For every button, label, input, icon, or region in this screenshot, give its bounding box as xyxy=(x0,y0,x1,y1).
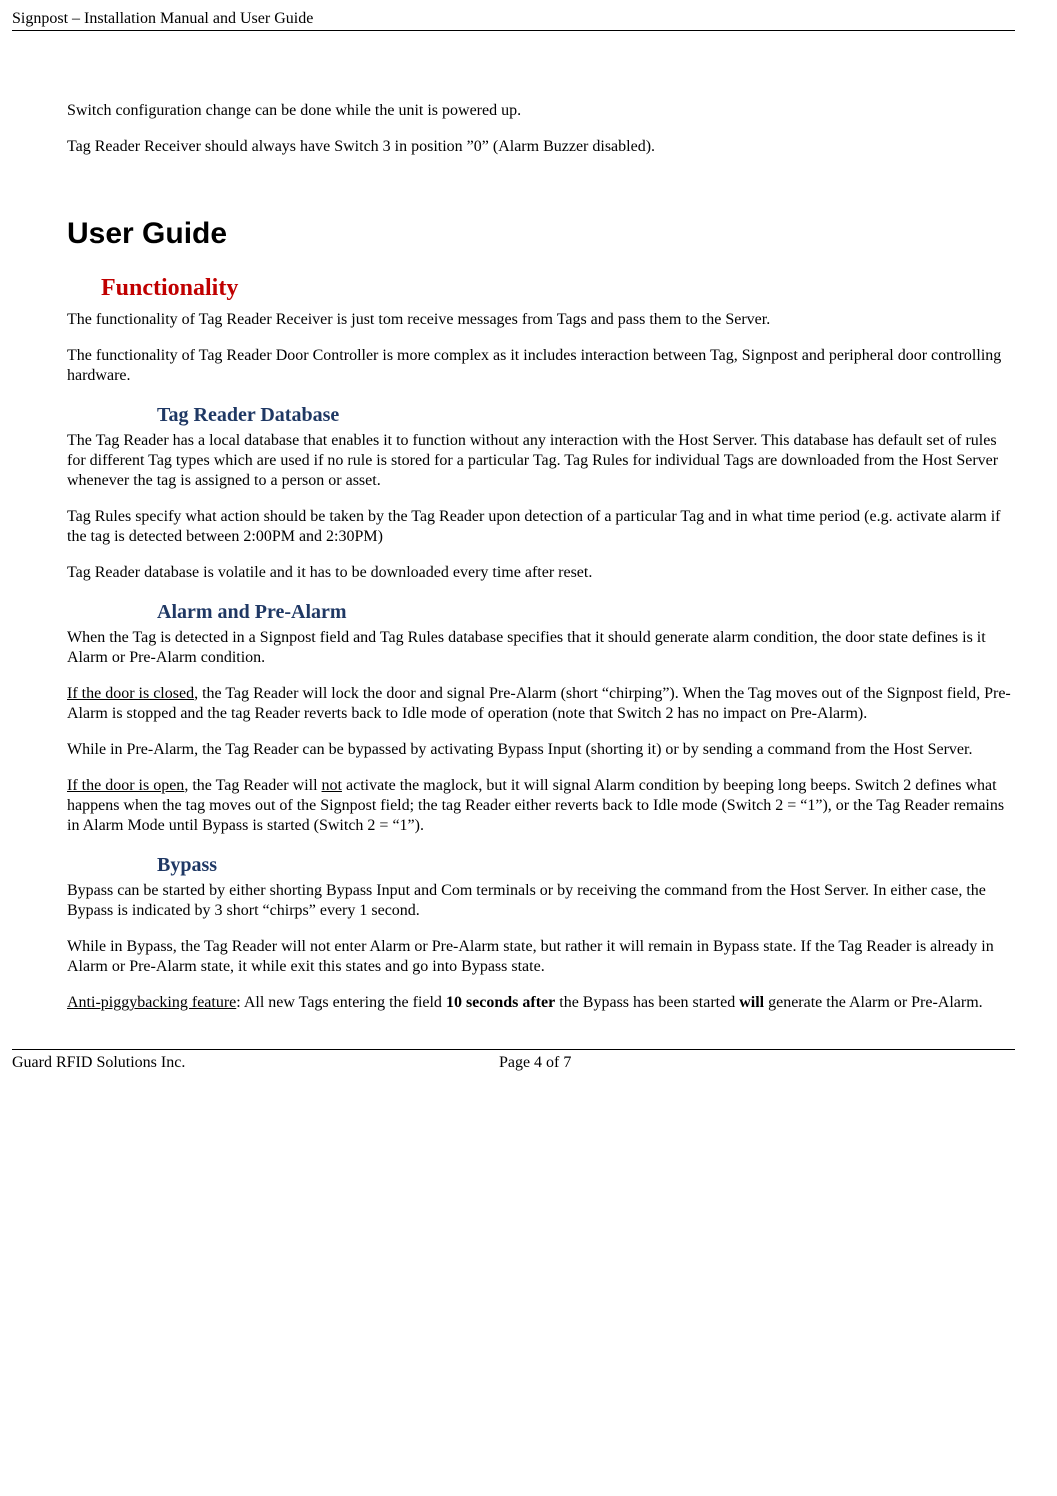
bypass-para-3-will: will xyxy=(739,994,764,1011)
footer-page-number: Page 4 of 7 xyxy=(55,1054,1015,1072)
alarm-para-1: When the Tag is detected in a Signpost f… xyxy=(67,628,1015,668)
content-area: Switch configuration change can be done … xyxy=(67,101,1015,1013)
functionality-para-2: The functionality of Tag Reader Door Con… xyxy=(67,346,1015,386)
heading-functionality: Functionality xyxy=(101,275,1015,302)
heading-tag-reader-database: Tag Reader Database xyxy=(157,404,1015,427)
alarm-para-2: If the door is closed, the Tag Reader wi… xyxy=(67,684,1015,724)
bypass-para-1: Bypass can be started by either shorting… xyxy=(67,881,1015,921)
door-closed-label: If the door is closed xyxy=(67,685,194,702)
functionality-para-1: The functionality of Tag Reader Receiver… xyxy=(67,310,1015,330)
alarm-para-4-not: not xyxy=(322,777,342,794)
intro-para-2: Tag Reader Receiver should always have S… xyxy=(67,137,1015,157)
alarm-para-3: While in Pre-Alarm, the Tag Reader can b… xyxy=(67,740,1015,760)
alarm-para-4-mid1: , the Tag Reader will xyxy=(184,777,321,794)
bypass-para-3-bold: 10 seconds after xyxy=(446,994,555,1011)
bypass-para-3: Anti-piggybacking feature: All new Tags … xyxy=(67,993,1015,1013)
alarm-para-2-rest: , the Tag Reader will lock the door and … xyxy=(67,685,1011,722)
heading-user-guide: User Guide xyxy=(67,217,1015,251)
page-header: Signpost – Installation Manual and User … xyxy=(12,10,1015,31)
alarm-para-4: If the door is open, the Tag Reader will… xyxy=(67,776,1015,836)
intro-para-1: Switch configuration change can be done … xyxy=(67,101,1015,121)
header-title: Signpost – Installation Manual and User … xyxy=(12,10,313,27)
heading-alarm-pre-alarm: Alarm and Pre-Alarm xyxy=(157,601,1015,624)
bypass-para-3-rest: generate the Alarm or Pre-Alarm. xyxy=(764,994,983,1011)
database-para-2: Tag Rules specify what action should be … xyxy=(67,507,1015,547)
database-para-1: The Tag Reader has a local database that… xyxy=(67,431,1015,491)
bypass-para-2: While in Bypass, the Tag Reader will not… xyxy=(67,937,1015,977)
heading-bypass: Bypass xyxy=(157,854,1015,877)
page-footer: Guard RFID Solutions Inc. Page 4 of 7 xyxy=(12,1049,1015,1072)
anti-piggybacking-label: Anti-piggybacking feature xyxy=(67,994,236,1011)
bypass-para-3-mid1: : All new Tags entering the field xyxy=(236,994,446,1011)
database-para-3: Tag Reader database is volatile and it h… xyxy=(67,563,1015,583)
door-open-label: If the door is open xyxy=(67,777,184,794)
bypass-para-3-mid2: the Bypass has been started xyxy=(555,994,739,1011)
